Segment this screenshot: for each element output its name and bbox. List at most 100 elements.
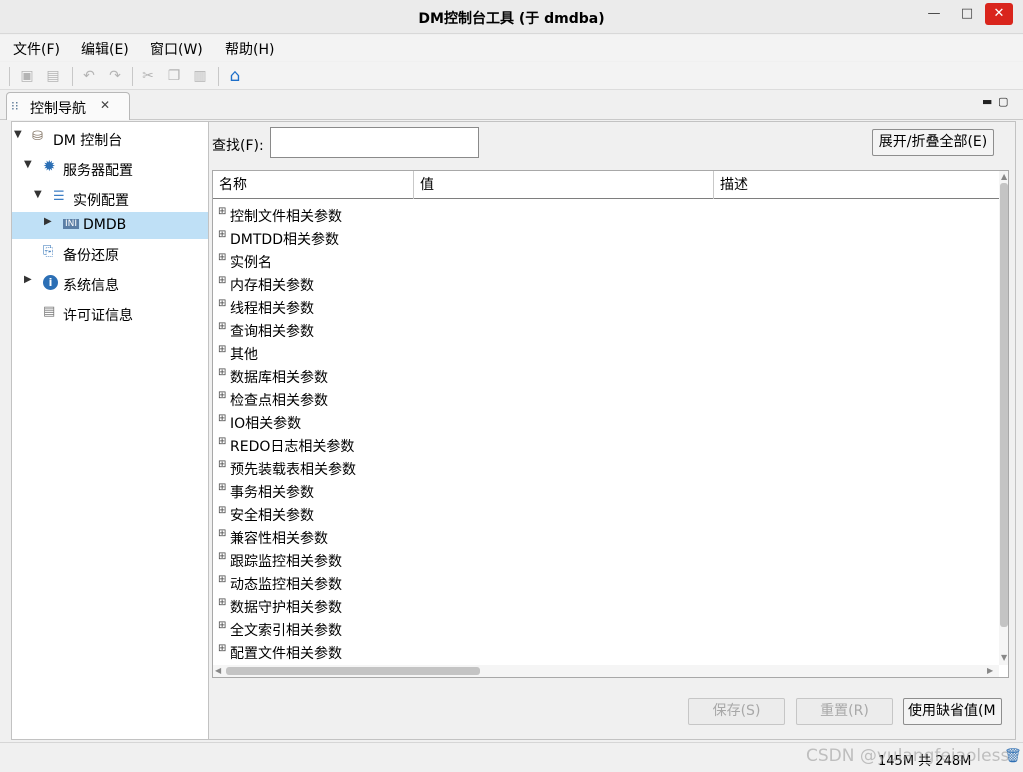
undo-icon[interactable]: ↶: [80, 67, 98, 85]
table-row[interactable]: ⊞ IO相关参数: [213, 410, 999, 433]
expand-plus-icon[interactable]: ⊞: [218, 528, 226, 539]
scroll-up-icon[interactable]: ▲: [1001, 172, 1007, 181]
table-row[interactable]: ⊞ REDO日志相关参数: [213, 433, 999, 456]
table-row[interactable]: ⊞ 内存相关参数: [213, 272, 999, 295]
expand-plus-icon[interactable]: ⊞: [218, 597, 226, 608]
table-row[interactable]: ⊞ 兼容性相关参数: [213, 525, 999, 548]
expand-arrow-icon[interactable]: ▶: [44, 216, 52, 227]
menu-file[interactable]: 文件(F): [13, 39, 60, 59]
copy-icon[interactable]: ❐: [165, 67, 183, 85]
tree-item-system-info[interactable]: ▶ i 系统信息: [12, 270, 208, 297]
maximize-button[interactable]: □: [953, 3, 981, 25]
table-row[interactable]: ⊞ 配置文件相关参数: [213, 640, 999, 663]
database-icon: ⛁: [32, 129, 43, 144]
tree-item-label: 系统信息: [63, 278, 119, 294]
column-header-value[interactable]: 值: [414, 171, 714, 199]
tree-item-dm-console[interactable]: ▼ ⛁ DM 控制台: [12, 125, 208, 152]
column-header-name[interactable]: 名称: [213, 171, 414, 199]
expand-plus-icon[interactable]: ⊞: [218, 505, 226, 516]
find-label: 查找(F):: [212, 138, 264, 154]
find-input[interactable]: [270, 127, 479, 158]
toolbar-separator: [132, 67, 133, 86]
view-maximize-icon[interactable]: ▢: [998, 95, 1008, 108]
menu-help[interactable]: 帮助(H): [225, 39, 274, 59]
ini-file-icon: INI: [63, 219, 80, 229]
reset-button[interactable]: 重置(R): [796, 698, 893, 725]
license-icon: ▤: [43, 304, 56, 319]
tree-item-label: 实例配置: [73, 193, 129, 209]
expand-plus-icon[interactable]: ⊞: [218, 367, 226, 378]
expand-plus-icon[interactable]: ⊞: [218, 551, 226, 562]
expand-arrow-icon[interactable]: ▼: [24, 159, 32, 170]
paste-icon[interactable]: ▥: [191, 67, 209, 85]
table-row[interactable]: ⊞ 数据库相关参数: [213, 364, 999, 387]
scroll-right-icon[interactable]: ▶: [987, 666, 993, 675]
expand-plus-icon[interactable]: ⊞: [218, 298, 226, 309]
expand-arrow-icon[interactable]: ▼: [14, 129, 22, 140]
expand-plus-icon[interactable]: ⊞: [218, 620, 226, 631]
expand-plus-icon[interactable]: ⊞: [218, 344, 226, 355]
table-row[interactable]: ⊞ 事务相关参数: [213, 479, 999, 502]
row-label: IO相关参数: [230, 416, 302, 432]
vertical-scrollbar[interactable]: ▲ ▼: [999, 171, 1008, 665]
cut-icon[interactable]: ✂: [139, 67, 157, 85]
table-row[interactable]: ⊞ 跟踪监控相关参数: [213, 548, 999, 571]
expand-plus-icon[interactable]: ⊞: [218, 482, 226, 493]
tab-control-navigation[interactable]: ⁝⁝ 控制导航 ✕: [6, 92, 130, 120]
horizontal-scroll-thumb[interactable]: [226, 667, 480, 675]
tree-item-instance-config[interactable]: ▼ ☰ 实例配置: [12, 185, 208, 212]
scroll-left-icon[interactable]: ◀: [215, 666, 221, 675]
tree-item-backup-restore[interactable]: ⎘ 备份还原: [12, 240, 208, 267]
close-button[interactable]: ✕: [985, 3, 1013, 25]
column-header-description[interactable]: 描述: [714, 171, 999, 199]
table-row[interactable]: ⊞ 实例名: [213, 249, 999, 272]
expand-plus-icon[interactable]: ⊞: [218, 413, 226, 424]
minimize-button[interactable]: —: [920, 3, 948, 25]
table-row[interactable]: ⊞ 线程相关参数: [213, 295, 999, 318]
row-label: 预先装载表相关参数: [230, 462, 356, 478]
close-icon[interactable]: ✕: [100, 98, 110, 112]
home-icon[interactable]: ⌂: [226, 67, 244, 85]
expand-plus-icon[interactable]: ⊞: [218, 436, 226, 447]
table-row[interactable]: ⊞ 预先装载表相关参数: [213, 456, 999, 479]
expand-plus-icon[interactable]: ⊞: [218, 321, 226, 332]
table-row[interactable]: ⊞ DMTDD相关参数: [213, 226, 999, 249]
table-row[interactable]: ⊞ 全文索引相关参数: [213, 617, 999, 640]
vertical-scroll-thumb[interactable]: [1000, 183, 1008, 627]
table-row[interactable]: ⊞ 查询相关参数: [213, 318, 999, 341]
table-row[interactable]: ⊞ 安全相关参数: [213, 502, 999, 525]
save-all-icon[interactable]: ▤: [44, 67, 62, 85]
tree-item-license-info[interactable]: ▤ 许可证信息: [12, 300, 208, 327]
expand-plus-icon[interactable]: ⊞: [218, 574, 226, 585]
expand-plus-icon[interactable]: ⊞: [218, 252, 226, 263]
tree-view-icon: ⁝⁝: [11, 99, 19, 113]
tree-item-label: DM 控制台: [53, 133, 123, 149]
table-row[interactable]: ⊞ 检查点相关参数: [213, 387, 999, 410]
expand-plus-icon[interactable]: ⊞: [218, 229, 226, 240]
tree-item-server-config[interactable]: ▼ ✹ 服务器配置: [12, 155, 208, 182]
expand-arrow-icon[interactable]: ▶: [24, 274, 32, 285]
expand-plus-icon[interactable]: ⊞: [218, 390, 226, 401]
menu-window[interactable]: 窗口(W): [150, 39, 203, 59]
toolbar: ▣ ▤ ↶ ↷ ✂ ❐ ▥ ⌂: [0, 62, 1023, 90]
table-row[interactable]: ⊞ 数据守护相关参数: [213, 594, 999, 617]
view-minimize-icon[interactable]: ▬: [982, 95, 992, 108]
tree-item-dmdb[interactable]: ▶ INI DMDB: [12, 212, 208, 239]
expand-plus-icon[interactable]: ⊞: [218, 459, 226, 470]
expand-plus-icon[interactable]: ⊞: [218, 206, 226, 217]
save-icon[interactable]: ▣: [18, 67, 36, 85]
table-row[interactable]: ⊞ 其他: [213, 341, 999, 364]
save-button[interactable]: 保存(S): [688, 698, 785, 725]
menu-edit[interactable]: 编辑(E): [81, 39, 129, 59]
expand-plus-icon[interactable]: ⊞: [218, 275, 226, 286]
row-label: 检查点相关参数: [230, 393, 328, 409]
redo-icon[interactable]: ↷: [106, 67, 124, 85]
expand-arrow-icon[interactable]: ▼: [34, 189, 42, 200]
table-row[interactable]: ⊞ 控制文件相关参数: [213, 203, 999, 226]
horizontal-scrollbar[interactable]: ◀ ▶: [213, 665, 999, 677]
scroll-down-icon[interactable]: ▼: [1001, 653, 1007, 662]
expand-collapse-all-button[interactable]: 展开/折叠全部(E): [872, 129, 994, 156]
use-defaults-button[interactable]: 使用缺省值(M: [903, 698, 1002, 725]
table-row[interactable]: ⊞ 动态监控相关参数: [213, 571, 999, 594]
expand-plus-icon[interactable]: ⊞: [218, 643, 226, 654]
